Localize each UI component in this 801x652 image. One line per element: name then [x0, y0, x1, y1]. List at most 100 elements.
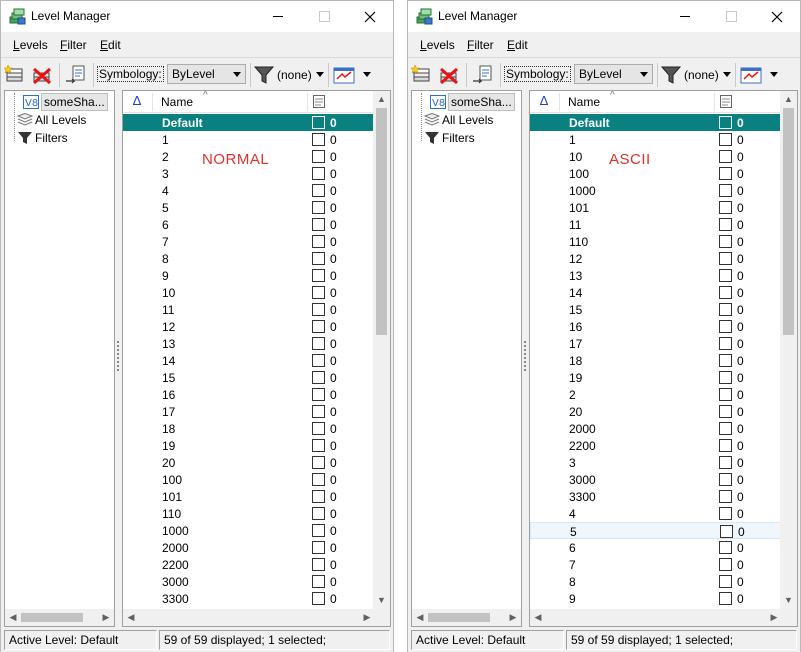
level-row[interactable]: 10: [123, 131, 375, 148]
level-checkbox[interactable]: [312, 133, 325, 146]
level-row[interactable]: Default 0: [123, 114, 375, 131]
level-row[interactable]: 3000 0: [123, 573, 375, 590]
list-vertical-scrollbar[interactable]: ▲ ▼: [373, 91, 390, 626]
tree-item-all-levels[interactable]: All Levels: [416, 111, 516, 129]
import-export-icon[interactable]: [65, 64, 87, 86]
scroll-thumb[interactable]: [428, 613, 490, 622]
level-list[interactable]: ∆ Name ^ Default 0 1 0 2 0 3 0 4 0 5 0 6 0 7 0 8 0 9 0 10 0 11…: [122, 90, 391, 627]
level-row[interactable]: 60: [530, 539, 782, 556]
list-vertical-scrollbar[interactable]: ▲ ▼: [780, 91, 797, 626]
level-row[interactable]: 19 0: [530, 369, 782, 386]
menu-edit[interactable]: Edit: [100, 38, 121, 52]
level-row[interactable]: 80: [530, 573, 782, 590]
column-header-name[interactable]: Name: [568, 95, 600, 109]
level-checkbox[interactable]: [719, 218, 732, 231]
scroll-left-icon[interactable]: ◀: [123, 609, 139, 626]
level-checkbox[interactable]: [719, 320, 732, 333]
level-checkbox[interactable]: [312, 201, 325, 214]
level-row[interactable]: 80: [123, 250, 375, 267]
level-row[interactable]: 10 0: [530, 148, 782, 165]
level-row[interactable]: 17 0: [123, 403, 375, 420]
level-checkbox[interactable]: [312, 439, 325, 452]
display-column-icon[interactable]: [720, 95, 733, 109]
level-checkbox[interactable]: [312, 150, 325, 163]
level-checkbox[interactable]: [719, 456, 732, 469]
level-row[interactable]: 3300 0: [530, 488, 782, 505]
display-dropdown-icon[interactable]: [770, 72, 778, 77]
level-checkbox[interactable]: [719, 184, 732, 197]
level-row[interactable]: 10: [530, 131, 782, 148]
level-row[interactable]: 19 0: [123, 437, 375, 454]
scroll-up-icon[interactable]: ▲: [373, 91, 390, 108]
level-row[interactable]: 70: [530, 556, 782, 573]
scroll-left-icon[interactable]: ◀: [5, 609, 21, 626]
level-checkbox[interactable]: [719, 337, 732, 350]
level-checkbox[interactable]: [312, 337, 325, 350]
level-checkbox[interactable]: [719, 201, 732, 214]
delete-level-icon[interactable]: [438, 64, 460, 86]
scroll-right-icon[interactable]: ▶: [98, 609, 114, 626]
level-checkbox[interactable]: [719, 405, 732, 418]
scroll-right-icon[interactable]: ▶: [359, 609, 375, 626]
scroll-thumb[interactable]: [783, 108, 794, 335]
level-row[interactable]: 11 0: [530, 216, 782, 233]
funnel-icon[interactable]: [253, 64, 275, 86]
level-checkbox[interactable]: [312, 218, 325, 231]
level-row[interactable]: 18 0: [530, 352, 782, 369]
level-row[interactable]: 100 0: [123, 471, 375, 488]
level-row[interactable]: 13 0: [123, 335, 375, 352]
level-checkbox[interactable]: [312, 558, 325, 571]
filter-dropdown-icon[interactable]: [316, 72, 324, 77]
level-row[interactable]: 60: [123, 216, 375, 233]
level-row[interactable]: 101 0: [530, 199, 782, 216]
level-checkbox[interactable]: [719, 269, 732, 282]
delete-level-icon[interactable]: [31, 64, 53, 86]
level-row[interactable]: 2200 0: [530, 437, 782, 454]
model-tree[interactable]: V8 someSha... All Levels Filters ◀ ▶: [4, 90, 115, 627]
level-row[interactable]: 50: [123, 199, 375, 216]
level-checkbox[interactable]: [719, 490, 732, 503]
level-checkbox[interactable]: [719, 388, 732, 401]
level-checkbox[interactable]: [312, 473, 325, 486]
column-header-name[interactable]: Name: [161, 95, 193, 109]
minimize-button[interactable]: [255, 1, 301, 32]
list-horizontal-scrollbar[interactable]: ◀ ▶: [123, 609, 375, 626]
scroll-thumb[interactable]: [21, 613, 83, 622]
level-row[interactable]: 15 0: [123, 369, 375, 386]
level-checkbox[interactable]: [719, 252, 732, 265]
scroll-right-icon[interactable]: ▶: [766, 609, 782, 626]
tree-item-all-levels[interactable]: All Levels: [9, 111, 109, 129]
maximize-button[interactable]: [301, 1, 347, 32]
level-row[interactable]: 110 0: [530, 233, 782, 250]
level-checkbox[interactable]: [719, 354, 732, 367]
level-checkbox[interactable]: [719, 150, 732, 163]
title-bar[interactable]: Level Manager: [1, 1, 393, 32]
level-checkbox[interactable]: [719, 439, 732, 452]
level-checkbox[interactable]: [719, 558, 732, 571]
level-checkbox[interactable]: [312, 286, 325, 299]
filter-dropdown-icon[interactable]: [723, 72, 731, 77]
level-row[interactable]: 90: [530, 590, 782, 607]
filter-value[interactable]: (none): [277, 68, 312, 82]
level-checkbox[interactable]: [719, 422, 732, 435]
level-row[interactable]: 2200 0: [123, 556, 375, 573]
scroll-down-icon[interactable]: ▼: [780, 592, 797, 609]
level-row[interactable]: 3300 0: [123, 590, 375, 607]
symbology-select[interactable]: ByLevel: [167, 64, 246, 84]
filter-value[interactable]: (none): [684, 68, 719, 82]
scroll-right-icon[interactable]: ▶: [505, 609, 521, 626]
level-checkbox[interactable]: [719, 592, 732, 605]
menu-filter[interactable]: Filter: [60, 38, 87, 52]
new-level-icon[interactable]: [4, 64, 26, 86]
model-tree[interactable]: V8 someSha... All Levels Filters ◀ ▶: [411, 90, 522, 627]
level-display-icon[interactable]: [333, 64, 355, 86]
menu-levels[interactable]: Levels: [13, 38, 48, 52]
level-checkbox[interactable]: [719, 541, 732, 554]
level-row[interactable]: 1000 0: [530, 182, 782, 199]
level-row[interactable]: 100 0: [530, 165, 782, 182]
minimize-button[interactable]: [662, 1, 708, 32]
symbology-select[interactable]: ByLevel: [574, 64, 653, 84]
level-checkbox[interactable]: [312, 490, 325, 503]
level-checkbox[interactable]: [312, 422, 325, 435]
level-checkbox[interactable]: [312, 575, 325, 588]
